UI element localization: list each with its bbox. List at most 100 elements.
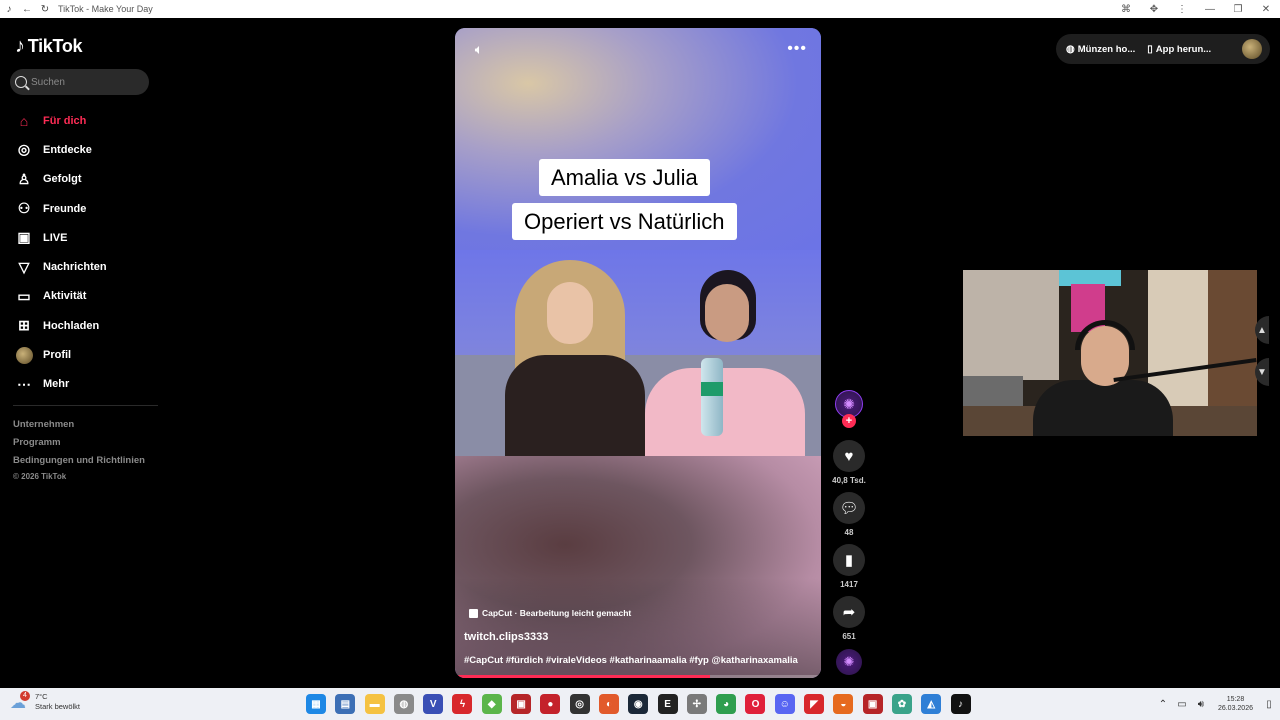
obs-icon[interactable]: ◎ bbox=[569, 694, 590, 714]
bluestacks-icon[interactable]: ◆ bbox=[481, 694, 502, 714]
sidebar-item-entdecke[interactable]: ◎ Entdecke bbox=[15, 135, 162, 164]
maps-icon[interactable]: ◭ bbox=[921, 694, 942, 714]
app-teal-icon[interactable]: ✿ bbox=[891, 694, 912, 714]
follow-plus-button[interactable]: + bbox=[842, 414, 856, 428]
comment-button[interactable]: 💬︎ bbox=[833, 492, 865, 524]
next-video-button[interactable]: ▼ bbox=[1255, 358, 1269, 386]
clock-date: 26.03.2026 bbox=[1217, 705, 1253, 712]
notification-icon[interactable]: ▯ bbox=[1261, 699, 1277, 710]
search-box[interactable] bbox=[10, 69, 149, 95]
chevron-up-icon: ▲ bbox=[1257, 324, 1267, 336]
home-icon: ⌂ bbox=[19, 112, 29, 129]
tiktok-taskbar-icon[interactable]: ♪ bbox=[950, 694, 971, 714]
sidebar-item-gefolgt[interactable]: ♙ Gefolgt bbox=[15, 165, 162, 194]
opera-icon[interactable]: O bbox=[745, 694, 766, 714]
back-arrow-icon[interactable]: ← bbox=[18, 0, 36, 18]
compass-icon: ◎ bbox=[17, 141, 31, 158]
tray-chevron-icon[interactable]: ⌃ bbox=[1155, 699, 1171, 710]
search-input[interactable] bbox=[31, 76, 141, 88]
window-titlebar: ♪ ← ↻ TikTok - Make Your Day ⌘ ✥ ⋮ — ❐ ✕ bbox=[0, 0, 1280, 18]
reload-icon[interactable]: ↻ bbox=[36, 0, 54, 18]
sidebar-item-label: Freunde bbox=[43, 202, 87, 215]
app-red-icon[interactable]: ϟ bbox=[452, 694, 473, 714]
video-player[interactable]: Amalia vs Julia Operiert vs Natürlich 🔈︎… bbox=[455, 28, 821, 678]
extensions-icon[interactable]: ✥ bbox=[1140, 0, 1168, 18]
sidebar-footer: Unternehmen Programm Bedingungen und Ric… bbox=[13, 416, 145, 484]
share-button[interactable]: ➦ bbox=[833, 596, 865, 628]
minimize-icon[interactable]: — bbox=[1196, 0, 1224, 18]
kebab-menu-icon[interactable]: ⋮ bbox=[1168, 0, 1196, 18]
music-disc-icon[interactable]: ✺ bbox=[836, 649, 862, 675]
video-hashtags[interactable]: #CapCut #fürdich #viraleVideos #katharin… bbox=[464, 655, 798, 666]
clock-time: 15:28 bbox=[1226, 696, 1245, 703]
capcut-icon bbox=[469, 608, 478, 618]
taskbar-apps: ▦ ▤ ▬ ◍ Vϟ ◆ ▣ ● ◎ ◐ ◉ E ✢ ◕ O ☺ ◤ ◒ ▣ ✿ ◭ ♪ bbox=[306, 694, 980, 714]
footer-link-unternehmen[interactable]: Unternehmen bbox=[13, 416, 145, 434]
steam-icon[interactable]: ◉ bbox=[628, 694, 649, 714]
sidebar-item-mehr[interactable]: ⋯ Mehr bbox=[15, 370, 162, 399]
activity-icon: ▭ bbox=[17, 287, 31, 304]
close-icon[interactable]: ✕ bbox=[1252, 0, 1280, 18]
sidebar-item-aktivitaet[interactable]: ▭ Aktivität bbox=[15, 282, 162, 311]
weather-desc: Stark bewölkt bbox=[35, 702, 81, 711]
media-app-icon[interactable]: ▣ bbox=[862, 694, 883, 714]
system-tray: ⌃ ▭ 🔊︎ 15:28 26.03.2026 ▯ bbox=[1155, 688, 1280, 720]
sidebar-item-profil[interactable]: Profil bbox=[15, 340, 162, 369]
coin-icon: ◍ bbox=[1066, 43, 1075, 55]
sidebar: ♪ TikTok ⌂ Für dich ◎ Entdecke ♙ Gefolgt… bbox=[0, 18, 162, 688]
get-coins-button[interactable]: ◍ Münzen ho... bbox=[1066, 44, 1135, 55]
sidebar-item-live[interactable]: ▣ LIVE bbox=[15, 223, 162, 252]
top-actions: ◍ Münzen ho... ▯ App herun... bbox=[1056, 34, 1270, 64]
profile-avatar bbox=[15, 346, 33, 364]
sidebar-item-label: Profil bbox=[43, 349, 72, 362]
windows-start-icon[interactable]: ▦ bbox=[306, 694, 326, 714]
sidebar-item-label: Hochladen bbox=[43, 319, 100, 332]
volume-icon[interactable]: 🔈︎ bbox=[469, 40, 489, 58]
sidebar-item-label: Nachrichten bbox=[43, 261, 107, 274]
ubisoft-icon[interactable]: ◐ bbox=[598, 694, 619, 714]
save-button[interactable]: ▮ bbox=[833, 544, 865, 576]
upload-plus-icon: ⊞ bbox=[18, 317, 30, 334]
like-button[interactable]: ♥ bbox=[833, 440, 865, 472]
clock[interactable]: 15:28 26.03.2026 bbox=[1218, 695, 1253, 713]
translate-icon[interactable]: ⌘ bbox=[1112, 0, 1140, 18]
calculator-icon[interactable]: ▤ bbox=[335, 694, 356, 714]
sidebar-nav: ⌂ Für dich ◎ Entdecke ♙ Gefolgt ⚇ Freund… bbox=[15, 106, 162, 399]
sidebar-item-fuer-dich[interactable]: ⌂ Für dich bbox=[15, 106, 162, 135]
like-count: 40,8 Tsd. bbox=[832, 476, 866, 485]
discord-icon[interactable]: ☺ bbox=[774, 694, 795, 714]
file-explorer-icon[interactable]: ▬ bbox=[364, 694, 385, 714]
network-icon[interactable]: ▭ bbox=[1174, 699, 1190, 710]
cloud-icon: ☁ 4 bbox=[10, 691, 32, 712]
more-dots-icon: ⋯ bbox=[17, 375, 31, 392]
epic-games-icon[interactable]: E bbox=[657, 694, 678, 714]
comment-count: 48 bbox=[844, 528, 854, 537]
footer-link-programm[interactable]: Programm bbox=[13, 434, 145, 452]
firefox-icon[interactable]: ◒ bbox=[833, 694, 854, 714]
chrome-icon[interactable]: ◕ bbox=[716, 694, 737, 714]
copyright: © 2026 TikTok bbox=[13, 472, 67, 481]
video-progress-bar[interactable] bbox=[458, 675, 818, 678]
mouse-app-icon[interactable]: ◍ bbox=[393, 694, 414, 714]
vegas-icon[interactable]: V bbox=[423, 694, 444, 714]
sidebar-item-hochladen[interactable]: ⊞ Hochladen bbox=[15, 311, 162, 340]
previous-video-button[interactable]: ▲ bbox=[1255, 316, 1269, 344]
more-options-icon[interactable]: ••• bbox=[787, 40, 807, 58]
sidebar-item-nachrichten[interactable]: ▽ Nachrichten bbox=[15, 252, 162, 281]
video-author[interactable]: twitch.clips3333 bbox=[464, 631, 548, 643]
app-red2-icon[interactable]: ◤ bbox=[804, 694, 825, 714]
weather-widget[interactable]: ☁ 4 7°C Stark bewölkt bbox=[10, 691, 81, 712]
save-count: 1417 bbox=[840, 580, 858, 589]
pinwheel-icon[interactable]: ✢ bbox=[686, 694, 707, 714]
user-avatar[interactable] bbox=[1242, 39, 1262, 59]
record-app-icon[interactable]: ● bbox=[540, 694, 561, 714]
tiktok-logo[interactable]: ♪ TikTok bbox=[15, 35, 83, 58]
get-app-button[interactable]: ▯ App herun... bbox=[1147, 44, 1211, 55]
tiktok-note-icon: ♪ bbox=[15, 35, 25, 57]
speaker-icon[interactable]: 🔊︎ bbox=[1193, 699, 1209, 710]
capcut-badge[interactable]: CapCut · Bearbeitung leicht gemacht bbox=[469, 608, 631, 618]
video-app-icon[interactable]: ▣ bbox=[511, 694, 532, 714]
restore-icon[interactable]: ❐ bbox=[1224, 0, 1252, 18]
footer-link-bedingungen[interactable]: Bedingungen und Richtlinien bbox=[13, 452, 145, 470]
sidebar-item-freunde[interactable]: ⚇ Freunde bbox=[15, 194, 162, 223]
